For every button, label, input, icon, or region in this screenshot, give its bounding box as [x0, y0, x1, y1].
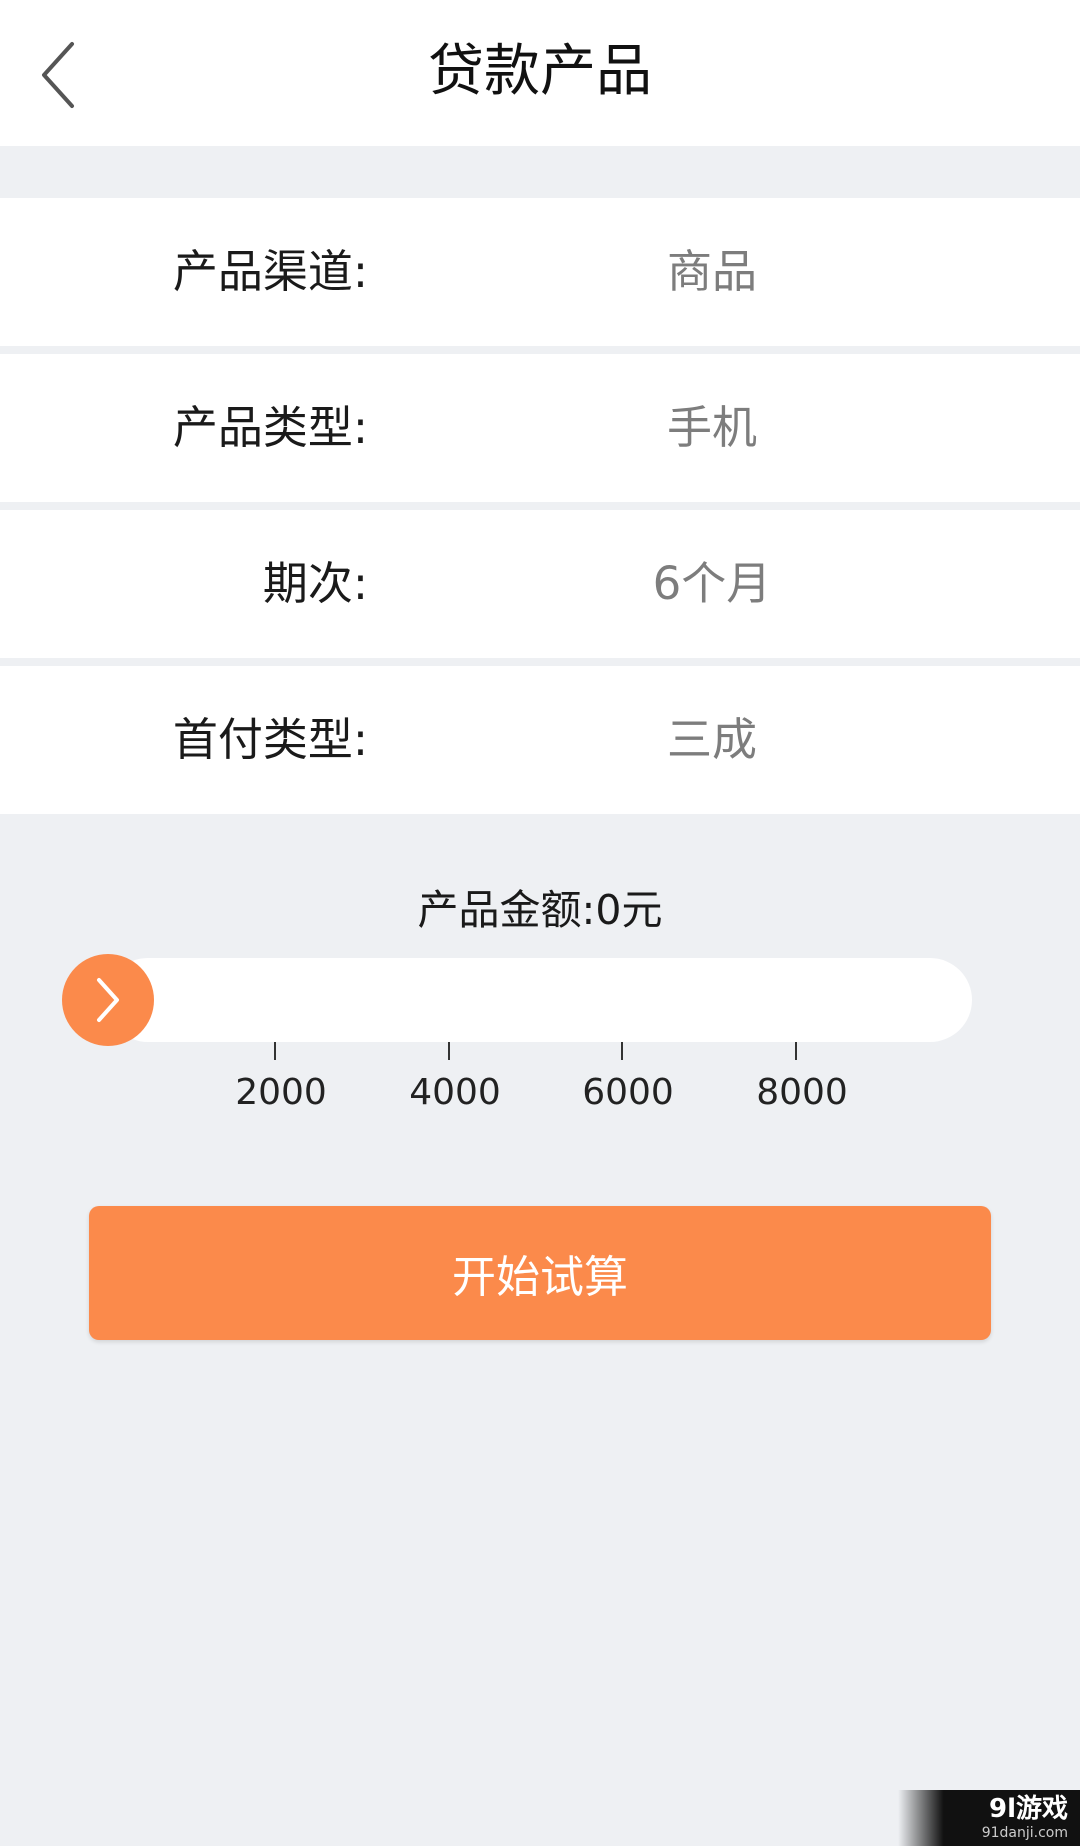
amount-slider-thumb[interactable] — [62, 954, 154, 1046]
slider-tick — [448, 1042, 450, 1060]
row-label: 首付类型: — [172, 713, 368, 766]
slider-tick-label: 8000 — [756, 1072, 848, 1113]
product-amount-label: 产品金额:0元 — [417, 886, 663, 934]
row-value: 手机 — [666, 401, 757, 454]
start-calculation-button[interactable]: 开始试算 — [89, 1206, 991, 1340]
row-product-type[interactable]: 产品类型: 手机 — [0, 354, 1080, 502]
slider-tick — [795, 1042, 797, 1060]
chevron-right-icon — [97, 978, 119, 1022]
row-down-payment-type[interactable]: 首付类型: 三成 — [0, 666, 1080, 814]
page-title: 贷款产品 — [428, 39, 652, 104]
amount-slider-track[interactable] — [106, 958, 972, 1042]
slider-tick-label: 4000 — [409, 1072, 501, 1113]
row-label: 产品类型: — [172, 401, 368, 454]
slider-tick-label: 2000 — [235, 1072, 327, 1113]
slider-tick — [621, 1042, 623, 1060]
row-label: 期次: — [262, 557, 368, 610]
row-value: 6个月 — [652, 557, 772, 610]
slider-tick-label: 6000 — [582, 1072, 674, 1113]
watermark-url: 91danji.com — [981, 1825, 1068, 1841]
row-product-channel[interactable]: 产品渠道: 商品 — [0, 198, 1080, 346]
watermark-logo: 9l游戏 — [988, 1794, 1068, 1824]
header-bar: 贷款产品 — [0, 0, 1080, 146]
row-label: 产品渠道: — [172, 245, 368, 298]
row-value: 商品 — [666, 245, 757, 298]
watermark: 9l游戏 91danji.com — [898, 1790, 1080, 1846]
row-installment-period[interactable]: 期次: 6个月 — [0, 510, 1080, 658]
row-value: 三成 — [666, 713, 757, 766]
slider-tick — [274, 1042, 276, 1060]
